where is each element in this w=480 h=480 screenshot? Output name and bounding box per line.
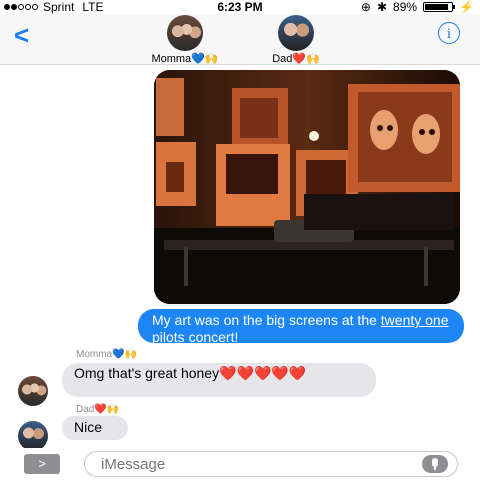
contact-dad[interactable]: Dad❤️🙌	[248, 15, 344, 65]
contact-momma[interactable]: Momma💙🙌	[137, 15, 233, 65]
battery-icon	[423, 2, 456, 12]
expand-apps-button[interactable]: >	[24, 454, 60, 474]
message-input[interactable]	[84, 451, 458, 477]
orientation-lock-icon: ⊕	[360, 0, 371, 14]
message-composer: >	[0, 448, 480, 480]
sender-name: Momma💙🙌	[76, 349, 138, 360]
status-bar: Sprint LTE 6:23 PM ⊕ ✱ 89% ⚡	[0, 0, 480, 14]
contact-name: Dad❤️🙌	[272, 53, 320, 65]
microphone-icon[interactable]	[422, 455, 448, 473]
back-chevron-icon[interactable]: <	[14, 20, 29, 51]
avatar[interactable]	[18, 376, 48, 406]
message-text: My art was on the big screens at the	[152, 312, 381, 328]
avatar[interactable]	[18, 421, 48, 451]
message-text: Omg that's great honey❤️❤️❤️❤️❤️	[74, 365, 307, 381]
message-text: Nice	[74, 419, 103, 435]
battery-fill	[425, 4, 449, 10]
conversation-header: < Momma💙🙌 Dad❤️🙌 i	[0, 14, 480, 65]
battery-percent: 89%	[393, 0, 418, 14]
avatar	[278, 15, 314, 51]
info-icon[interactable]: i	[438, 22, 460, 44]
bluetooth-icon: ✱	[376, 0, 388, 14]
incoming-message[interactable]: Omg that's great honey❤️❤️❤️❤️❤️	[62, 363, 376, 397]
status-right: ⊕ ✱ 89% ⚡	[361, 0, 474, 14]
message-text: concert!	[184, 329, 239, 345]
avatar	[167, 15, 203, 51]
sender-name: Dad❤️🙌	[76, 404, 120, 415]
contact-name: Momma💙🙌	[151, 53, 219, 65]
outgoing-message[interactable]: My art was on the big screens at the twe…	[138, 309, 464, 345]
charging-icon: ⚡	[459, 0, 474, 14]
incoming-message[interactable]: Nice	[62, 416, 128, 440]
concert-photo	[154, 70, 460, 304]
image-message[interactable]	[154, 70, 460, 304]
